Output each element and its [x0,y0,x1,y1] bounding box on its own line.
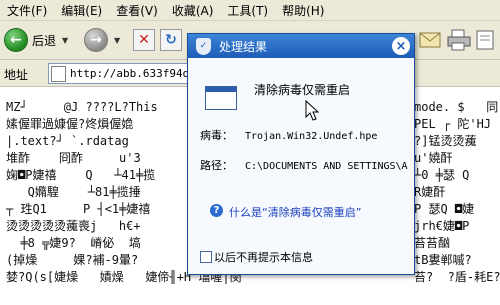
menu-tools[interactable]: 工具(T) [220,2,275,19]
content-line: 苔苔酗 [414,236,451,250]
content-line: mode. $ 同 [414,100,499,114]
virus-label: 病毒： [200,129,233,142]
back-button[interactable]: ← 后退 ▼ [4,26,68,54]
virus-row: 病毒： Trojan.Win32.Undef.hpe [200,127,377,143]
content-line: tB婁郸嘁? [414,253,472,267]
print-button[interactable] [446,26,472,54]
print-icon [447,29,471,51]
menu-help[interactable]: 帮助(H) [275,2,331,19]
virus-value: Trojan.Win32.Undef.hpe [245,131,378,142]
refresh-button[interactable]: ↻ [160,26,182,54]
window-icon [205,86,237,110]
back-arrow-icon: ← [4,28,28,52]
path-row: 路径： C:\DOCUMENTS AND SETTINGS\A [200,157,408,173]
menu-edit[interactable]: 编辑(E) [54,2,109,19]
path-label: 路径： [200,159,233,172]
result-dialog: ✓ 处理结果 × 清除病毒仅需重启 病毒： Trojan.Win32.Undef.… [187,33,415,275]
dialog-titlebar[interactable]: ✓ 处理结果 × [188,34,414,58]
mouse-cursor-icon [305,100,319,121]
chevron-down-icon[interactable]: ▼ [114,36,120,45]
dont-show-checkbox[interactable] [200,251,212,263]
edit-icon [476,30,494,50]
help-link[interactable]: 什么是“清除病毒仅需重启” [229,204,361,220]
menu-file[interactable]: 文件(F) [0,2,54,19]
refresh-icon: ↻ [160,29,182,51]
forward-button[interactable]: → ▼ [84,26,120,54]
dont-show-label[interactable]: 以后不再提示本信息 [214,249,313,265]
mail-icon [419,32,441,48]
forward-arrow-icon: → [84,28,108,52]
mail-button[interactable] [418,26,444,54]
content-line: ┴0 ╪瑟 Q [414,168,470,182]
address-label: 地址 [4,68,29,82]
dialog-body: 清除病毒仅需重启 病毒： Trojan.Win32.Undef.hpe 路径： C:… [188,58,414,274]
menu-view[interactable]: 查看(V) [109,2,165,19]
page-icon [51,65,66,82]
edit-button[interactable] [474,26,500,54]
dialog-headline: 清除病毒仅需重启 [254,83,351,97]
chevron-down-icon[interactable]: ▼ [62,36,68,45]
menu-favorites[interactable]: 收藏(A) [165,2,221,19]
content-line: u'嬈酐 [414,151,453,165]
back-label: 后退 [32,33,57,48]
address-url: http://abb.633f94d3 [70,67,196,80]
content-line: P 瑟Q ◘婕 [414,202,475,216]
menu-bar: 文件(F) 编辑(E) 查看(V) 收藏(A) 工具(T) 帮助(H) [0,0,500,21]
content-line: 苔? ?盾-耗E? [414,270,500,284]
stop-button[interactable]: ✕ [133,26,155,54]
content-line: PEL ┌ 陀'HJ [414,117,492,131]
dialog-title: 处理结果 [219,39,268,54]
close-icon[interactable]: × [392,37,410,55]
help-icon: ? [210,204,223,217]
content-line: jrh€婕◘P [414,219,470,233]
content-line: ?]锰烫烫藱 [414,134,477,148]
path-value: C:\DOCUMENTS AND SETTINGS\A [245,161,408,172]
stop-icon: ✕ [133,29,155,51]
address-input[interactable]: http://abb.633f94d3 [48,63,200,84]
shield-icon: ✓ [196,37,211,55]
content-line: R婕酐 [414,185,446,199]
